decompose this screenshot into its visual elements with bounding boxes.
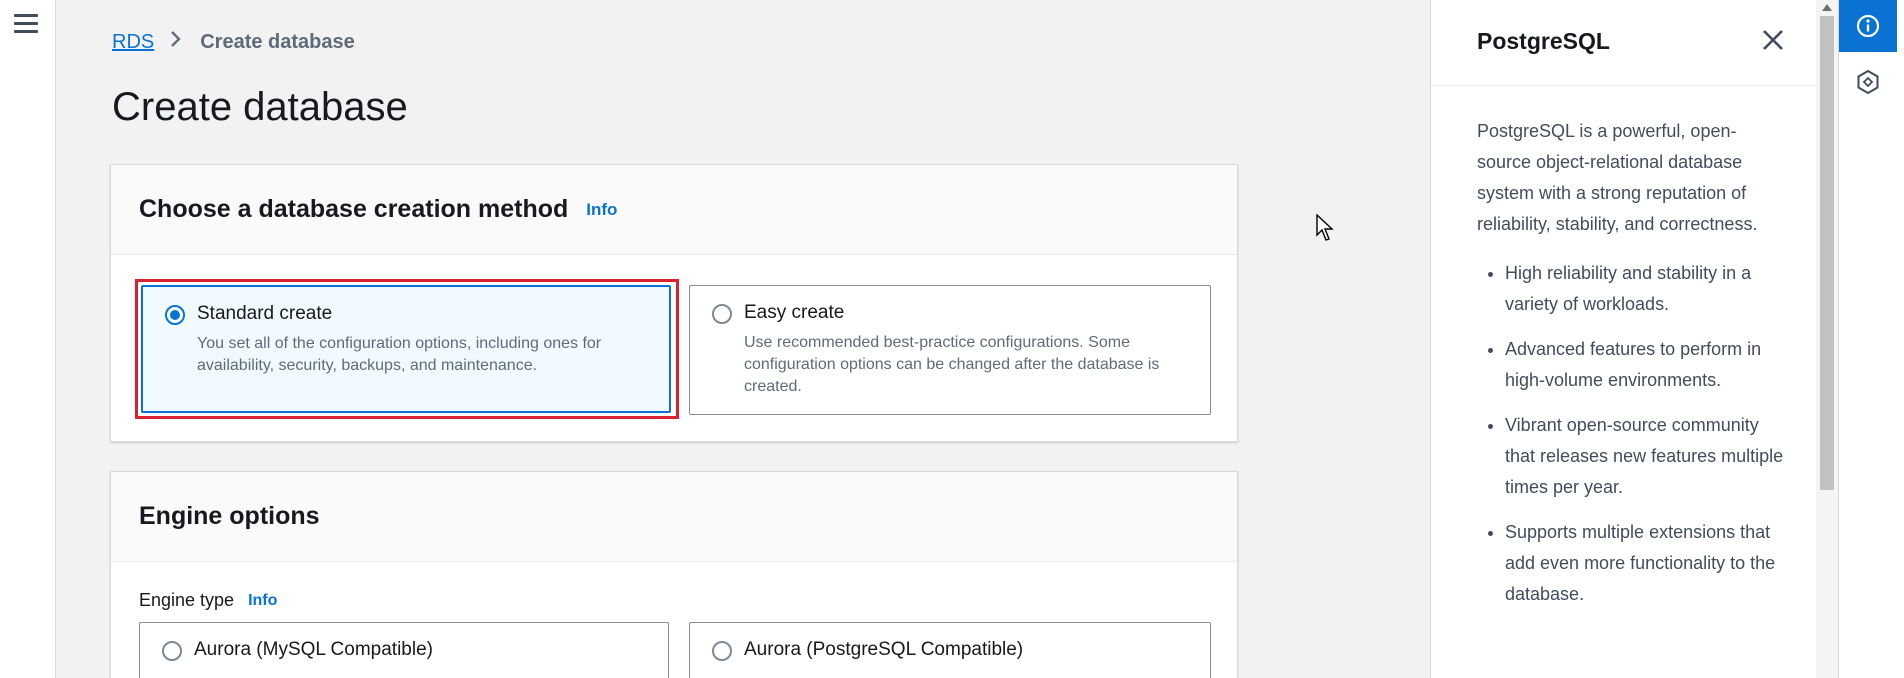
help-panel-title: PostgreSQL [1477, 28, 1610, 54]
mouse-cursor-icon [1316, 214, 1334, 241]
engine-options-header: Engine options [111, 472, 1237, 562]
easy-create-option[interactable]: Easy create Use recommended best-practic… [689, 285, 1211, 415]
creation-method-panel: Choose a database creation method Info S… [110, 164, 1238, 442]
aurora-postgresql-radio[interactable] [712, 641, 732, 661]
chevron-right-icon [170, 30, 182, 54]
engine-type-label: Engine type Info [139, 590, 277, 611]
engine-options-title: Engine options [139, 502, 320, 530]
easy-create-description: Use recommended best-practice configurat… [744, 334, 1160, 395]
help-bullet: Advanced features to perform in high-vol… [1505, 334, 1787, 396]
creation-method-header: Choose a database creation method Info [111, 165, 1237, 255]
help-panel-scrollbar[interactable] [1816, 0, 1838, 678]
utility-rail [1838, 0, 1904, 678]
scrollbar-thumb[interactable] [1820, 16, 1834, 490]
standard-create-label: Standard create [197, 303, 333, 324]
help-bullet-list: High reliability and stability in a vari… [1477, 258, 1787, 610]
aurora-postgresql-option[interactable]: Aurora (PostgreSQL Compatible) [689, 622, 1211, 678]
standard-create-description: You set all of the configuration options… [197, 335, 602, 374]
engine-type-info-link[interactable]: Info [248, 592, 277, 610]
creation-method-title: Choose a database creation method [139, 195, 569, 223]
breadcrumb-current: Create database [200, 30, 355, 53]
engine-options-panel: Engine options Engine type Info Aurora (… [110, 471, 1238, 678]
aurora-mysql-label: Aurora (MySQL Compatible) [194, 639, 433, 660]
aurora-mysql-option[interactable]: Aurora (MySQL Compatible) [139, 622, 669, 678]
help-panel: PostgreSQL PostgreSQL is a powerful, ope… [1430, 0, 1816, 678]
secondary-tool-toggle[interactable] [1839, 56, 1897, 108]
easy-create-radio[interactable] [712, 304, 732, 324]
breadcrumb-rds-link[interactable]: RDS [112, 31, 154, 54]
info-circle-icon [1856, 14, 1880, 38]
hamburger-menu-icon[interactable] [14, 14, 38, 36]
page-title: Create database [112, 85, 408, 129]
aurora-mysql-radio[interactable] [162, 641, 182, 661]
easy-create-label: Easy create [744, 302, 845, 323]
left-nav-rail [0, 0, 56, 678]
help-panel-header: PostgreSQL [1431, 0, 1816, 86]
hexagon-icon [1857, 69, 1879, 95]
standard-create-radio[interactable] [165, 305, 185, 325]
engine-type-text: Engine type [139, 590, 235, 610]
close-icon[interactable] [1761, 28, 1785, 52]
standard-create-option[interactable]: Standard create You set all of the confi… [141, 285, 671, 413]
help-bullet: High reliability and stability in a vari… [1505, 258, 1787, 320]
help-panel-body: PostgreSQL is a powerful, open-source ob… [1477, 116, 1787, 624]
scroll-up-icon[interactable] [1822, 4, 1832, 11]
aurora-postgresql-label: Aurora (PostgreSQL Compatible) [744, 639, 1024, 660]
info-panel-toggle[interactable] [1839, 0, 1897, 52]
help-bullet: Supports multiple extensions that add ev… [1505, 517, 1787, 610]
creation-method-info-link[interactable]: Info [586, 200, 617, 220]
help-bullet: Vibrant open-source community that relea… [1505, 410, 1787, 503]
main-content: RDS Create database Create database Choo… [56, 0, 1430, 678]
breadcrumb: RDS Create database [112, 30, 355, 54]
help-intro: PostgreSQL is a powerful, open-source ob… [1477, 121, 1758, 234]
